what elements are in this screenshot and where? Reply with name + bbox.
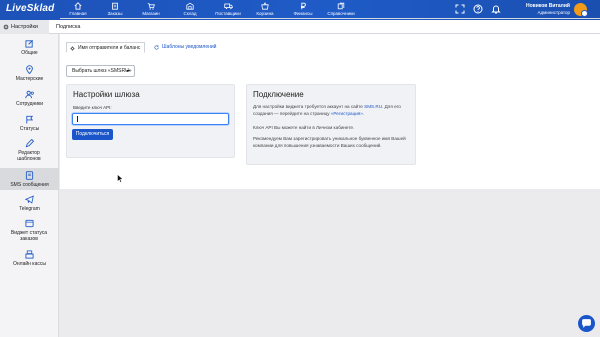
mouse-pointer-icon bbox=[117, 174, 123, 183]
subtab-settings[interactable]: Настройки bbox=[0, 20, 49, 34]
sidebar-item-label: Мастерские bbox=[15, 76, 44, 82]
sidebar-item-workshops[interactable]: Мастерские bbox=[0, 65, 59, 82]
home-icon bbox=[74, 2, 82, 10]
tab-notification-templates[interactable]: Шаблоны уведомлений bbox=[151, 42, 220, 53]
nav-home-label: Главная bbox=[69, 11, 87, 16]
subtab-settings-label: Настройки bbox=[11, 24, 38, 30]
nav-suppliers-label: Поставщики bbox=[215, 11, 241, 16]
refresh-icon bbox=[154, 45, 159, 50]
paragraph-text: . bbox=[362, 111, 365, 116]
flag-icon bbox=[26, 115, 34, 124]
truck-icon bbox=[223, 3, 233, 10]
sidebar-item-label: Редактор шаблонов bbox=[17, 150, 41, 162]
user-name: Новиков Виталий bbox=[525, 3, 570, 9]
settings-subtabs: Настройки Подписка bbox=[0, 20, 600, 34]
sidebar-item-label: Telegram bbox=[19, 206, 40, 212]
api-key-input[interactable] bbox=[72, 113, 229, 125]
nav-warehouse-label: Склад bbox=[183, 11, 197, 16]
clipboard-icon bbox=[112, 2, 118, 10]
avatar[interactable] bbox=[574, 3, 588, 17]
main-empty-area bbox=[60, 189, 600, 337]
nav-directories-label: Справочники bbox=[327, 11, 355, 16]
api-key-label: Введите ключ API: bbox=[73, 105, 112, 110]
settings-sidebar: Общие Мастерские Сотрудники Статусы Реда… bbox=[0, 34, 59, 337]
user-menu[interactable]: Новиков Виталий Администратор bbox=[508, 3, 570, 16]
nav-suppliers[interactable]: Поставщики bbox=[210, 2, 246, 17]
sidebar-item-label: Виджет статуса заказов bbox=[10, 230, 48, 242]
sidebar-item-label: Онлайн кассы bbox=[13, 261, 46, 267]
fullscreen-icon[interactable] bbox=[455, 4, 465, 14]
bell-icon[interactable] bbox=[491, 4, 501, 14]
edit-icon bbox=[25, 39, 34, 48]
subtab-subscription[interactable]: Подписка bbox=[54, 20, 81, 34]
nav-orders-label: Заказы bbox=[107, 11, 123, 16]
connection-info-title: Подключение bbox=[253, 90, 304, 99]
users-icon bbox=[24, 90, 34, 99]
gateway-settings-title: Настройки шлюза bbox=[73, 90, 140, 99]
tab-notification-templates-label: Шаблоны уведомлений bbox=[162, 44, 217, 50]
ruble-icon bbox=[301, 2, 306, 10]
page-tabs-divider bbox=[60, 18, 600, 19]
tab-sender-name-balance-label: Имя отправителя и баланс bbox=[78, 45, 141, 51]
sidebar-item-online-registers[interactable]: Онлайн кассы bbox=[0, 250, 59, 267]
top-navigation-bar: LiveSklad Главная Заказы Магазин Склад П… bbox=[0, 0, 600, 20]
books-icon bbox=[337, 2, 345, 10]
text-cursor bbox=[77, 116, 78, 122]
tab-sender-name-balance[interactable]: Имя отправителя и баланс bbox=[66, 42, 146, 53]
help-icon[interactable] bbox=[473, 4, 483, 14]
cart-icon bbox=[147, 3, 155, 10]
nav-home[interactable]: Главная bbox=[60, 2, 96, 17]
connection-info-paragraph-1: Для настройки виджета требуется аккаунт … bbox=[253, 103, 410, 117]
sms-icon bbox=[25, 171, 34, 180]
cash-register-icon bbox=[25, 250, 34, 259]
sidebar-item-label: Статусы bbox=[19, 126, 40, 132]
registration-link[interactable]: «Регистрация» bbox=[331, 111, 363, 116]
nav-finance-label: Финансы bbox=[293, 11, 313, 16]
nav-warehouse[interactable]: Склад bbox=[172, 2, 208, 17]
paragraph-text: Для настройки виджета требуется аккаунт … bbox=[253, 104, 365, 109]
sidebar-item-employees[interactable]: Сотрудники bbox=[0, 90, 59, 107]
telegram-icon bbox=[25, 195, 34, 204]
smsru-link[interactable]: SMS.RU bbox=[364, 104, 382, 109]
widget-icon bbox=[25, 219, 34, 228]
basket-icon bbox=[261, 2, 269, 10]
sidebar-item-label: SMS сообщения bbox=[10, 182, 49, 188]
connect-button[interactable]: Подключиться bbox=[72, 129, 113, 140]
nav-shop[interactable]: Магазин bbox=[133, 2, 169, 17]
chevron-down-icon bbox=[126, 70, 130, 72]
subtab-subscription-label: Подписка bbox=[56, 24, 81, 30]
app-logo[interactable]: LiveSklad bbox=[6, 3, 55, 14]
nav-shop-label: Магазин bbox=[142, 11, 160, 16]
gateway-select[interactable]: Выбрать шлюз «SMSRU» bbox=[66, 65, 135, 77]
nav-finance[interactable]: Финансы bbox=[285, 2, 321, 17]
nav-cart-label: Корзина bbox=[256, 11, 274, 16]
connection-info-paragraph-3: Рекомендуем Вам зарегистрировать уникаль… bbox=[253, 136, 406, 148]
sidebar-item-order-status-widget[interactable]: Виджет статуса заказов bbox=[0, 219, 59, 242]
sidebar-item-sms[interactable]: SMS сообщения bbox=[0, 168, 59, 190]
sidebar-item-template-editor[interactable]: Редактор шаблонов bbox=[0, 139, 59, 162]
sidebar-item-statuses[interactable]: Статусы bbox=[0, 115, 59, 132]
sidebar-item-label: Общие bbox=[21, 50, 38, 56]
user-role: Администратор bbox=[537, 10, 570, 15]
sidebar-item-telegram[interactable]: Telegram bbox=[0, 195, 59, 212]
nav-directories[interactable]: Справочники bbox=[323, 2, 359, 17]
settings-icon bbox=[70, 46, 75, 51]
connection-info-paragraph-2: Ключ API Вы можете найти в Личном кабине… bbox=[253, 125, 355, 130]
nav-orders[interactable]: Заказы bbox=[97, 2, 133, 17]
warehouse-icon bbox=[186, 2, 194, 10]
sidebar-item-label: Сотрудники bbox=[15, 101, 44, 107]
chat-support-button[interactable] bbox=[578, 315, 595, 332]
gear-icon bbox=[3, 24, 9, 30]
sidebar-item-general[interactable]: Общие bbox=[0, 39, 59, 56]
location-pin-icon bbox=[26, 65, 33, 74]
nav-cart[interactable]: Корзина bbox=[247, 2, 283, 17]
pencil-icon bbox=[25, 139, 34, 148]
chat-bubble-icon bbox=[582, 319, 591, 328]
gateway-select-value: Выбрать шлюз «SMSRU» bbox=[72, 68, 132, 74]
